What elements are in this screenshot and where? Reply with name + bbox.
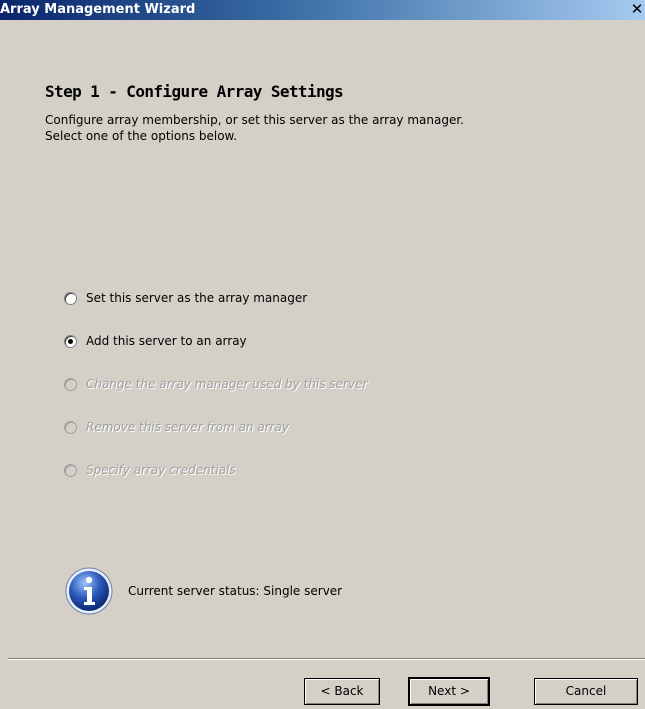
option-add-to-array[interactable]: Add this server to an array bbox=[64, 332, 247, 350]
option-change-array-manager: Change the array manager used by this se… bbox=[64, 375, 367, 393]
option-specify-credentials: Specify array credentials bbox=[64, 461, 236, 479]
step-description: Configure array membership, or set this … bbox=[45, 112, 464, 144]
option-label: Set this server as the array manager bbox=[86, 291, 308, 305]
footer-separator bbox=[8, 658, 645, 660]
radio-remove-from-array bbox=[64, 420, 77, 434]
option-set-array-manager[interactable]: Set this server as the array manager bbox=[64, 289, 307, 307]
back-button[interactable]: < Back bbox=[304, 678, 380, 705]
radio-specify-credentials bbox=[64, 463, 77, 477]
radio-set-array-manager[interactable] bbox=[64, 291, 77, 305]
close-icon[interactable]: ✕ bbox=[630, 2, 644, 17]
cancel-button[interactable]: Cancel bbox=[534, 678, 638, 705]
option-label: Change the array manager used by this se… bbox=[86, 377, 368, 391]
description-line-1: Configure array membership, or set this … bbox=[45, 113, 464, 127]
next-button[interactable]: Next > bbox=[408, 677, 490, 706]
option-remove-from-array: Remove this server from an array bbox=[64, 418, 289, 436]
option-label: Add this server to an array bbox=[86, 334, 247, 348]
option-label: Specify array credentials bbox=[86, 463, 236, 477]
window-title: Array Management Wizard bbox=[0, 2, 196, 17]
option-label: Remove this server from an array bbox=[86, 420, 290, 434]
step-heading: Step 1 - Configure Array Settings bbox=[45, 82, 344, 101]
title-bar[interactable]: Array Management Wizard ✕ bbox=[0, 0, 645, 20]
radio-change-array-manager bbox=[64, 377, 77, 391]
status-area: Current server status: Single server bbox=[64, 566, 342, 616]
radio-add-to-array[interactable] bbox=[64, 334, 77, 348]
description-line-2: Select one of the options below. bbox=[45, 129, 238, 143]
info-icon bbox=[65, 567, 113, 615]
server-status-text: Current server status: Single server bbox=[128, 584, 343, 598]
